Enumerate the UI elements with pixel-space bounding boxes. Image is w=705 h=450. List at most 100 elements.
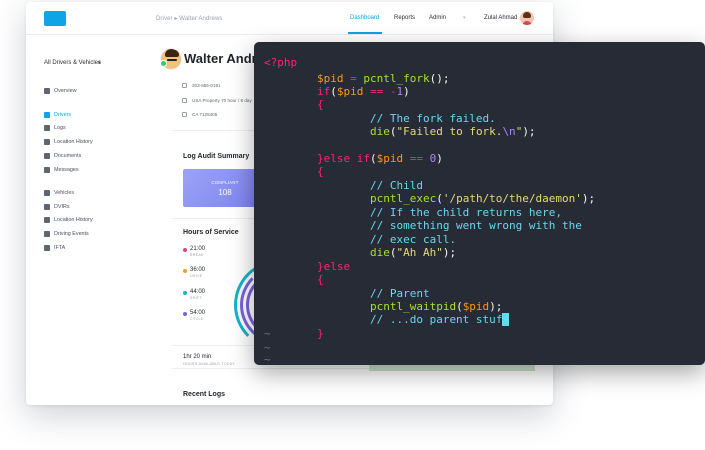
driver-icon	[44, 112, 50, 118]
user-avatar[interactable]	[520, 11, 534, 25]
sidebar-item-vehicles[interactable]: Vehicles	[44, 188, 74, 198]
sidebar-item-ifta[interactable]: IFTA	[44, 243, 65, 253]
sidebar-item-label: Logs	[54, 125, 66, 131]
chevron-down-icon[interactable]: ▾	[463, 15, 466, 21]
online-status-icon	[160, 60, 167, 67]
marketing-composite: Driver ▸ Walter Andrews Dashboard Report…	[0, 0, 705, 450]
user-name[interactable]: Zulal Ahmad	[484, 15, 517, 21]
sidebar-item-label: IFTA	[54, 245, 66, 251]
nav-admin[interactable]: Admin	[429, 15, 446, 21]
driver-phone: 203-555-0191	[192, 83, 221, 88]
code-line-6: die("Failed to fork.\n");	[369, 125, 536, 138]
status-dot-icon	[183, 291, 187, 295]
driver-property-row: USA Property 70 hour / 8 day	[182, 98, 252, 103]
driver-phone-row: 203-555-0191	[182, 83, 221, 88]
status-dot-icon	[183, 248, 187, 252]
sidebar-item-label: Location History	[54, 139, 93, 145]
code-line-2: $pid = pcntl_fork();	[316, 72, 450, 85]
sidebar-item-documents[interactable]: Documents	[44, 151, 81, 161]
sidebar-item-driving-events[interactable]: Driving Events	[44, 229, 89, 239]
text-cursor	[502, 313, 510, 326]
sidebar-item-label: Drivers	[54, 112, 72, 118]
hours-row: 54:00 CYCLE	[183, 310, 205, 321]
sidebar-item-label: DVIRs	[54, 204, 70, 210]
log-audit-title: Log Audit Summary	[183, 153, 250, 160]
hours-row: 21:00 BREAK	[183, 246, 205, 257]
code-line-10: pcntl_exec('/path/to/the/daemon');	[369, 192, 596, 205]
code-line-3: if($pid == -1)	[316, 85, 410, 98]
top-bar: Driver ▸ Walter Andrews Dashboard Report…	[26, 2, 553, 35]
phone-icon	[182, 83, 187, 88]
sidebar-item-messages[interactable]: Messages	[44, 165, 79, 175]
code-line-12: // something went wrong with the	[369, 219, 582, 232]
hours-time: 21:00	[190, 246, 206, 252]
nav-dashboard[interactable]: Dashboard	[350, 15, 379, 21]
hours-available: 1hr 20 min	[183, 354, 212, 360]
driver-license-row: CA 7125405	[182, 112, 217, 117]
code-line-15: }else	[316, 260, 351, 273]
hours-time: 36:00	[190, 267, 206, 273]
sidebar-item-drivers[interactable]: Drivers	[44, 110, 71, 120]
app-logo[interactable]	[44, 11, 66, 26]
sidebar-item-label: Vehicles	[54, 190, 75, 196]
sidebar-item-label: Documents	[54, 153, 82, 159]
sidebar-item-label: Driving Events	[54, 231, 89, 237]
hours-label: BREAK	[190, 253, 204, 257]
code-line-14: die("Ah Ah");	[369, 246, 457, 259]
code-line-18: pcntl_waitpid($pid);	[369, 300, 503, 313]
code-line-11: // If the child returns here,	[369, 206, 563, 219]
code-line-4: {	[316, 98, 324, 111]
hours-row: 36:00 DRIVE	[183, 267, 205, 278]
message-icon	[44, 167, 50, 173]
code-line-5: // The fork failed.	[369, 112, 496, 125]
location-icon	[44, 217, 50, 223]
sidebar-item-overview[interactable]: Overview	[44, 86, 76, 96]
driver-property: USA Property 70 hour / 8 day	[192, 98, 252, 103]
code-editor-terminal[interactable]: <?php $pid = pcntl_fork(); if($pid == -1…	[254, 42, 705, 365]
sidebar-item-label: Overview	[54, 88, 77, 94]
chevron-down-icon[interactable]: ▾	[98, 60, 101, 66]
sidebar-item-label: Location History	[54, 217, 93, 223]
code-line-22: ~	[264, 353, 271, 365]
code-line-20: ~ }	[264, 327, 324, 340]
code-line-19: // ...do parent stuf	[264, 313, 510, 326]
location-icon	[44, 139, 50, 145]
code-line-9: // Child	[369, 179, 423, 192]
hours-label: CYCLE	[190, 317, 204, 321]
calendar-icon	[44, 231, 50, 237]
breadcrumb: Driver ▸ Walter Andrews	[156, 15, 223, 22]
sidebar-item-logs[interactable]: Logs	[44, 123, 66, 133]
map-preview-strip	[369, 365, 535, 371]
dashboard-icon	[44, 88, 50, 94]
nav-active-indicator	[348, 32, 382, 34]
status-dot-icon	[183, 269, 187, 273]
sidebar-item-location-history[interactable]: Location History	[44, 215, 93, 225]
status-dot-icon	[183, 312, 187, 316]
vehicle-icon	[44, 190, 50, 196]
hours-time: 44:00	[190, 289, 206, 295]
code-line-13: // exec call.	[369, 233, 457, 246]
divider	[172, 368, 392, 369]
clock-icon	[182, 98, 187, 103]
log-icon	[44, 125, 50, 131]
driver-license: CA 7125405	[192, 112, 218, 117]
hours-entry: 36:00 DRIVE	[190, 267, 205, 278]
sidebar-item-dvirs[interactable]: DVIRs	[44, 202, 70, 212]
sidebar-item-label: Messages	[54, 167, 79, 173]
hours-entry: 21:00 BREAK	[190, 246, 205, 257]
breadcrumb-parent[interactable]: Driver	[156, 16, 173, 22]
code-line-8: {	[316, 165, 324, 178]
hours-entry: 44:00 SHIFT	[190, 289, 205, 300]
wrench-icon	[44, 204, 50, 210]
breadcrumb-current: Walter Andrews	[179, 16, 223, 22]
hours-of-service-title: Hours of Service	[183, 229, 239, 236]
fleet-selector[interactable]: All Drivers & Vehicles	[44, 60, 101, 66]
code-line-7: }else if($pid == 0)	[316, 152, 443, 165]
hours-time: 54:00	[190, 310, 206, 316]
hours-label: SHIFT	[190, 296, 202, 300]
hours-entry: 54:00 CYCLE	[190, 310, 205, 321]
nav-reports[interactable]: Reports	[394, 15, 415, 21]
hours-label: DRIVE	[190, 274, 203, 278]
sidebar-item-location-history[interactable]: Location History	[44, 137, 93, 147]
breadcrumb-separator-icon: ▸	[174, 16, 178, 22]
